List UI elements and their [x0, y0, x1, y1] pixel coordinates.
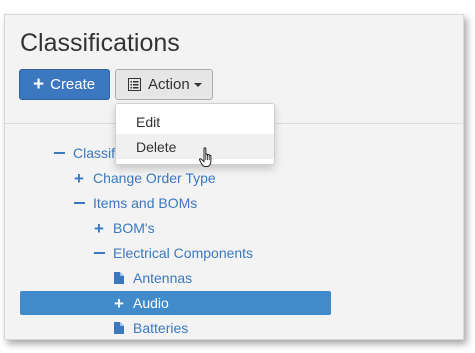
action-dropdown-menu: Edit Delete	[115, 103, 275, 165]
collapse-icon[interactable]	[51, 152, 67, 154]
menu-item-label: Edit	[136, 113, 161, 130]
plus-icon: +	[33, 74, 45, 95]
tree-item-antennas[interactable]: Antennas	[111, 268, 192, 288]
collapse-icon[interactable]	[91, 252, 107, 254]
create-button-label: Create	[50, 76, 96, 93]
tree-item-label: Electrical Components	[113, 245, 254, 261]
expand-icon[interactable]: +	[71, 170, 87, 187]
tree-item-label: Batteries	[133, 320, 189, 336]
tree-item-label: Antennas	[133, 270, 193, 286]
expand-icon[interactable]: +	[111, 295, 127, 312]
file-icon	[111, 322, 127, 334]
tree-item-items-and-boms[interactable]: Items and BOMs	[71, 193, 197, 213]
caret-down-icon	[193, 82, 202, 87]
selected-row-highlight	[20, 291, 331, 315]
expand-icon[interactable]: +	[91, 220, 107, 237]
collapse-icon[interactable]	[71, 202, 87, 204]
menu-item-label: Delete	[136, 138, 177, 155]
tree-item-change-order-type[interactable]: + Change Order Type	[71, 168, 216, 188]
tree-item-audio[interactable]: + Audio	[111, 293, 169, 313]
hand-cursor-icon	[199, 147, 212, 167]
tree-item-label: Change Order Type	[93, 170, 216, 186]
classifications-panel: Classifications + Create Action Classifi…	[4, 14, 464, 340]
action-button-label: Action	[148, 76, 190, 93]
tree-item-boms[interactable]: + BOM's	[91, 218, 155, 238]
tree-item-label: Audio	[133, 295, 169, 311]
tree-item-electrical-components[interactable]: Electrical Components	[91, 243, 253, 263]
tree-item-label: Items and BOMs	[93, 195, 198, 211]
tree-item-batteries[interactable]: Batteries	[111, 318, 188, 338]
page-title: Classifications	[20, 29, 180, 57]
menu-item-edit[interactable]: Edit	[116, 109, 274, 134]
list-icon	[128, 78, 141, 91]
menu-item-delete[interactable]: Delete	[116, 134, 274, 159]
action-dropdown-button[interactable]: Action	[115, 69, 213, 100]
create-button[interactable]: + Create	[19, 69, 110, 100]
tree-item-label: BOM's	[113, 220, 155, 236]
file-icon	[111, 272, 127, 284]
